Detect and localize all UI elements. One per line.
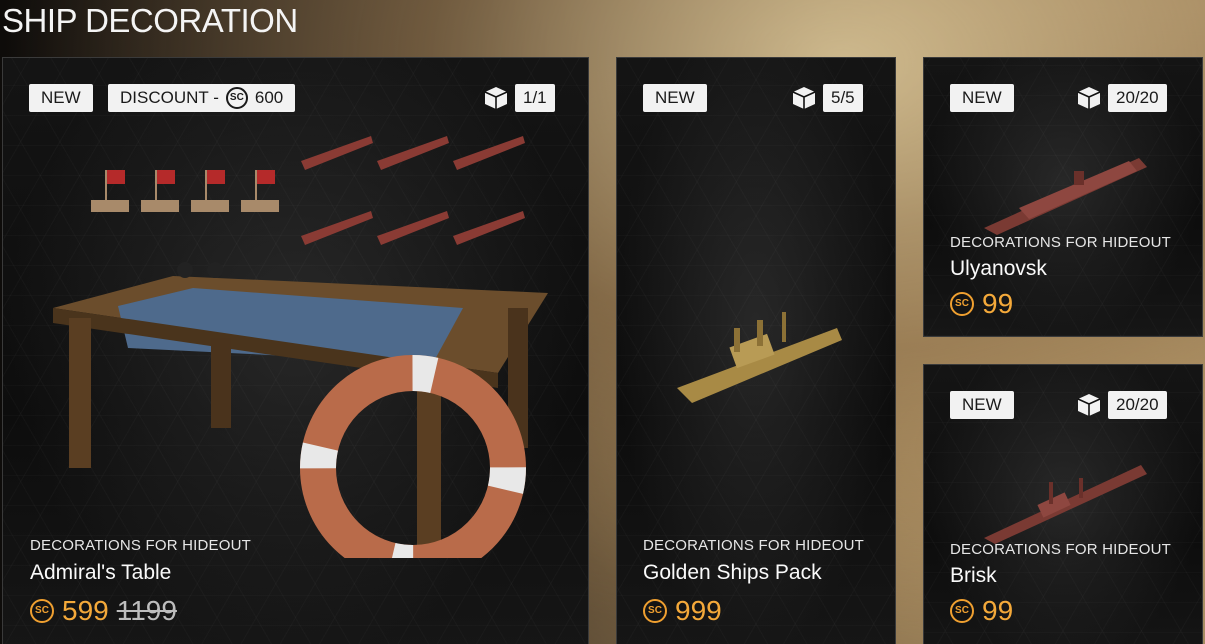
sc-coin-icon: SC	[950, 292, 974, 316]
item-category: DECORATIONS FOR HIDEOUT	[950, 541, 1171, 558]
shop-card-admirals-table[interactable]: NEW DISCOUNT - SC 600 1/1 DECORATIONS FO…	[2, 57, 589, 644]
shop-card-ulyanovsk[interactable]: NEW 20/20 DECORATIONS FOR HIDEOUT Ulyano…	[923, 57, 1203, 337]
item-category: DECORATIONS FOR HIDEOUT	[30, 537, 251, 554]
sc-coin-icon: SC	[30, 599, 54, 623]
new-badge: NEW	[950, 391, 1014, 419]
shop-card-brisk[interactable]: NEW 20/20 DECORATIONS FOR HIDEOUT Brisk …	[923, 364, 1203, 644]
price-row: SC 599 1199	[30, 595, 177, 627]
page-title: SHIP DECORATION	[2, 2, 298, 39]
item-category: DECORATIONS FOR HIDEOUT	[643, 537, 864, 554]
discount-amount: 600	[254, 88, 284, 107]
ulyanovsk-carrier-illustration	[984, 158, 1147, 235]
stock-count: 20/20	[1108, 391, 1167, 419]
shop-card-golden-ships-pack[interactable]: NEW 5/5 DECORATIONS FOR HIDEOUT Golden S…	[616, 57, 896, 644]
stock-counter: 1/1	[483, 84, 555, 112]
item-old-price: 1199	[116, 595, 177, 626]
stock-count: 1/1	[515, 84, 555, 112]
price-row: SC 999	[643, 595, 722, 627]
item-name: Ulyanovsk	[950, 257, 1047, 280]
item-name: Brisk	[950, 564, 997, 587]
golden-ship-illustration	[677, 312, 842, 403]
stock-counter: 20/20	[1076, 84, 1167, 112]
item-price: 599	[62, 595, 109, 626]
new-badge: NEW	[643, 84, 707, 112]
admirals-table-illustration	[53, 136, 548, 558]
stock-counter: 5/5	[791, 84, 863, 112]
sc-coin-icon: SC	[225, 87, 248, 109]
new-badge: NEW	[950, 84, 1014, 112]
box-icon	[1077, 87, 1101, 109]
box-icon	[792, 87, 816, 109]
sc-coin-icon: SC	[950, 599, 974, 623]
new-badge: NEW	[29, 84, 93, 112]
discount-badge: DISCOUNT - SC 600	[108, 84, 296, 112]
price-row: SC 99	[950, 288, 1013, 320]
item-price: 999	[675, 595, 722, 626]
item-price: 99	[982, 595, 1014, 626]
box-icon	[484, 87, 508, 109]
stock-count: 5/5	[823, 84, 863, 112]
brisk-ship-illustration	[984, 465, 1147, 544]
item-name: Golden Ships Pack	[643, 561, 822, 584]
price-row: SC 99	[950, 595, 1013, 627]
sc-coin-icon: SC	[643, 599, 667, 623]
stock-counter: 20/20	[1076, 391, 1167, 419]
item-name: Admiral's Table	[30, 561, 172, 584]
box-icon	[1077, 394, 1101, 416]
stock-count: 20/20	[1108, 84, 1167, 112]
discount-label: DISCOUNT -	[120, 88, 219, 107]
item-price: 99	[982, 288, 1014, 319]
item-category: DECORATIONS FOR HIDEOUT	[950, 234, 1171, 251]
